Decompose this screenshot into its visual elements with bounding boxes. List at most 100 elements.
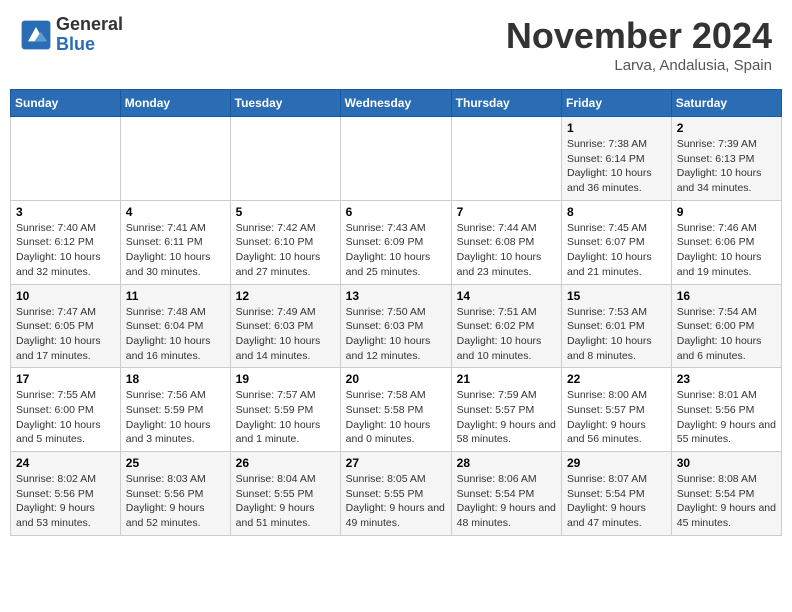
week-row-3: 10 Sunrise: 7:47 AM Sunset: 6:05 PM Dayli…	[11, 284, 782, 368]
day-number: 27	[346, 456, 446, 470]
day-number: 24	[16, 456, 115, 470]
calendar: SundayMondayTuesdayWednesdayThursdayFrid…	[10, 89, 782, 536]
calendar-cell: 6Sunrise: 7:43 AM Sunset: 6:09 PM Daylig…	[340, 200, 451, 284]
day-number: 7	[457, 205, 556, 219]
location: Larva, Andalusia, Spain	[506, 57, 772, 74]
day-info: Sunrise: 7:49 AM Sunset: 6:03 PM Dayligh…	[236, 305, 335, 364]
day-info: Sunrise: 7:53 AM Sunset: 6:01 PM Dayligh…	[567, 305, 666, 364]
day-info: Sunrise: 7:39 AM Sunset: 6:13 PM Dayligh…	[677, 137, 776, 196]
day-number: 2	[677, 121, 776, 135]
week-row-5: 24 Sunrise: 8:02 AM Sunset: 5:56 PM Dayli…	[11, 452, 782, 536]
calendar-cell: 30 Sunrise: 8:08 AM Sunset: 5:54 PM Dayli…	[671, 452, 781, 536]
day-number: 8	[567, 205, 666, 219]
calendar-cell: 27 Sunrise: 8:05 AM Sunset: 5:55 PM Dayli…	[340, 452, 451, 536]
week-row-1: 1Sunrise: 7:38 AM Sunset: 6:14 PM Daylig…	[11, 117, 782, 201]
calendar-cell	[451, 117, 561, 201]
day-number: 18	[126, 372, 225, 386]
calendar-cell: 7 Sunrise: 7:44 AM Sunset: 6:08 PM Daylig…	[451, 200, 561, 284]
weekday-header-thursday: Thursday	[451, 90, 561, 117]
day-info: Sunrise: 8:07 AM Sunset: 5:54 PM Dayligh…	[567, 472, 666, 531]
calendar-cell: 17Sunrise: 7:55 AM Sunset: 6:00 PM Dayli…	[11, 368, 121, 452]
day-info: Sunrise: 7:56 AM Sunset: 5:59 PM Dayligh…	[126, 388, 225, 447]
calendar-cell: 16 Sunrise: 7:54 AM Sunset: 6:00 PM Dayli…	[671, 284, 781, 368]
week-row-2: 3 Sunrise: 7:40 AM Sunset: 6:12 PM Daylig…	[11, 200, 782, 284]
day-number: 15	[567, 289, 666, 303]
calendar-cell: 21 Sunrise: 7:59 AM Sunset: 5:57 PM Dayli…	[451, 368, 561, 452]
day-number: 14	[457, 289, 556, 303]
calendar-cell: 4 Sunrise: 7:41 AM Sunset: 6:11 PM Daylig…	[120, 200, 230, 284]
day-info: Sunrise: 7:41 AM Sunset: 6:11 PM Dayligh…	[126, 221, 225, 280]
day-number: 17	[16, 372, 115, 386]
calendar-cell	[340, 117, 451, 201]
calendar-cell: 10 Sunrise: 7:47 AM Sunset: 6:05 PM Dayli…	[11, 284, 121, 368]
day-info: Sunrise: 7:59 AM Sunset: 5:57 PM Dayligh…	[457, 388, 556, 447]
calendar-cell: 25 Sunrise: 8:03 AM Sunset: 5:56 PM Dayli…	[120, 452, 230, 536]
calendar-cell: 20 Sunrise: 7:58 AM Sunset: 5:58 PM Dayli…	[340, 368, 451, 452]
day-info: Sunrise: 8:08 AM Sunset: 5:54 PM Dayligh…	[677, 472, 776, 531]
day-number: 16	[677, 289, 776, 303]
day-number: 5	[236, 205, 335, 219]
calendar-cell: 13 Sunrise: 7:50 AM Sunset: 6:03 PM Dayli…	[340, 284, 451, 368]
calendar-cell: 11 Sunrise: 7:48 AM Sunset: 6:04 PM Dayli…	[120, 284, 230, 368]
day-number: 3	[16, 205, 115, 219]
day-info: Sunrise: 7:45 AM Sunset: 6:07 PM Dayligh…	[567, 221, 666, 280]
logo-icon	[20, 19, 52, 51]
calendar-cell: 29 Sunrise: 8:07 AM Sunset: 5:54 PM Dayli…	[562, 452, 672, 536]
day-number: 21	[457, 372, 556, 386]
day-number: 1	[567, 121, 666, 135]
calendar-cell: 26 Sunrise: 8:04 AM Sunset: 5:55 PM Dayli…	[230, 452, 340, 536]
calendar-cell: 24 Sunrise: 8:02 AM Sunset: 5:56 PM Dayli…	[11, 452, 121, 536]
logo: General Blue	[20, 15, 123, 55]
day-number: 13	[346, 289, 446, 303]
calendar-cell	[11, 117, 121, 201]
calendar-cell	[120, 117, 230, 201]
calendar-cell: 9Sunrise: 7:46 AM Sunset: 6:06 PM Daylig…	[671, 200, 781, 284]
calendar-cell: 14 Sunrise: 7:51 AM Sunset: 6:02 PM Dayli…	[451, 284, 561, 368]
weekday-header-saturday: Saturday	[671, 90, 781, 117]
day-number: 4	[126, 205, 225, 219]
weekday-header-sunday: Sunday	[11, 90, 121, 117]
calendar-cell: 12Sunrise: 7:49 AM Sunset: 6:03 PM Dayli…	[230, 284, 340, 368]
day-number: 19	[236, 372, 335, 386]
month-title: November 2024	[506, 15, 772, 57]
day-info: Sunrise: 7:58 AM Sunset: 5:58 PM Dayligh…	[346, 388, 446, 447]
day-info: Sunrise: 8:03 AM Sunset: 5:56 PM Dayligh…	[126, 472, 225, 531]
calendar-cell: 22Sunrise: 8:00 AM Sunset: 5:57 PM Dayli…	[562, 368, 672, 452]
day-info: Sunrise: 7:48 AM Sunset: 6:04 PM Dayligh…	[126, 305, 225, 364]
calendar-cell: 5 Sunrise: 7:42 AM Sunset: 6:10 PM Daylig…	[230, 200, 340, 284]
calendar-cell: 19Sunrise: 7:57 AM Sunset: 5:59 PM Dayli…	[230, 368, 340, 452]
day-number: 22	[567, 372, 666, 386]
day-number: 11	[126, 289, 225, 303]
day-number: 23	[677, 372, 776, 386]
day-info: Sunrise: 7:47 AM Sunset: 6:05 PM Dayligh…	[16, 305, 115, 364]
calendar-body: 1Sunrise: 7:38 AM Sunset: 6:14 PM Daylig…	[11, 117, 782, 536]
day-number: 25	[126, 456, 225, 470]
day-info: Sunrise: 7:46 AM Sunset: 6:06 PM Dayligh…	[677, 221, 776, 280]
day-info: Sunrise: 7:42 AM Sunset: 6:10 PM Dayligh…	[236, 221, 335, 280]
page-header: General Blue November 2024 Larva, Andalu…	[10, 10, 782, 79]
day-info: Sunrise: 8:04 AM Sunset: 5:55 PM Dayligh…	[236, 472, 335, 531]
calendar-cell: 28Sunrise: 8:06 AM Sunset: 5:54 PM Dayli…	[451, 452, 561, 536]
calendar-cell: 15 Sunrise: 7:53 AM Sunset: 6:01 PM Dayli…	[562, 284, 672, 368]
weekday-header-wednesday: Wednesday	[340, 90, 451, 117]
day-info: Sunrise: 8:05 AM Sunset: 5:55 PM Dayligh…	[346, 472, 446, 531]
logo-line2: Blue	[56, 35, 123, 55]
week-row-4: 17Sunrise: 7:55 AM Sunset: 6:00 PM Dayli…	[11, 368, 782, 452]
weekday-header-friday: Friday	[562, 90, 672, 117]
day-number: 26	[236, 456, 335, 470]
day-info: Sunrise: 8:02 AM Sunset: 5:56 PM Dayligh…	[16, 472, 115, 531]
weekday-header-row: SundayMondayTuesdayWednesdayThursdayFrid…	[11, 90, 782, 117]
day-number: 20	[346, 372, 446, 386]
calendar-cell	[230, 117, 340, 201]
day-info: Sunrise: 7:44 AM Sunset: 6:08 PM Dayligh…	[457, 221, 556, 280]
day-info: Sunrise: 7:54 AM Sunset: 6:00 PM Dayligh…	[677, 305, 776, 364]
day-number: 30	[677, 456, 776, 470]
day-number: 29	[567, 456, 666, 470]
day-number: 10	[16, 289, 115, 303]
calendar-cell: 8 Sunrise: 7:45 AM Sunset: 6:07 PM Daylig…	[562, 200, 672, 284]
day-info: Sunrise: 7:50 AM Sunset: 6:03 PM Dayligh…	[346, 305, 446, 364]
day-info: Sunrise: 7:40 AM Sunset: 6:12 PM Dayligh…	[16, 221, 115, 280]
calendar-cell: 3 Sunrise: 7:40 AM Sunset: 6:12 PM Daylig…	[11, 200, 121, 284]
weekday-header-tuesday: Tuesday	[230, 90, 340, 117]
day-info: Sunrise: 7:51 AM Sunset: 6:02 PM Dayligh…	[457, 305, 556, 364]
